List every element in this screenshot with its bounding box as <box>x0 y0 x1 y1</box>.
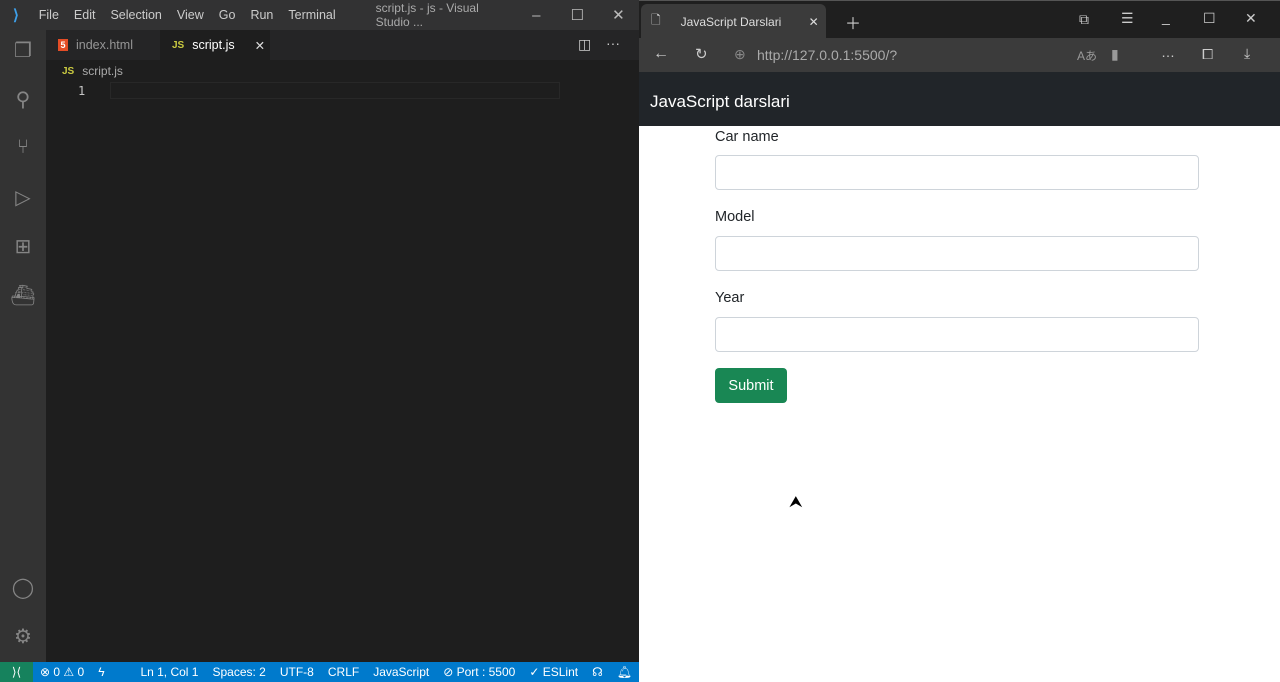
source-control-icon[interactable]: ⑂ <box>0 136 46 159</box>
extensions-icon[interactable]: ⧠ <box>1202 46 1213 63</box>
js-icon: JS <box>62 65 75 77</box>
maximize-button[interactable]: ☐ <box>1203 10 1216 27</box>
js-icon: JS <box>172 39 185 51</box>
bookmark-icon[interactable]: ▮ <box>1111 46 1119 63</box>
search-icon[interactable]: ⚲ <box>0 87 46 112</box>
account-icon[interactable]: ◯ <box>0 575 46 600</box>
problems-indicator[interactable]: ⊗ 0 ⚠ 0 <box>40 665 84 679</box>
more-actions-icon[interactable]: ··· <box>606 35 620 51</box>
car-name-input[interactable] <box>715 155 1199 190</box>
year-input[interactable] <box>715 317 1199 352</box>
notifications-icon[interactable]: 🔔︎ <box>617 665 632 679</box>
model-input[interactable] <box>715 236 1199 271</box>
language-mode[interactable]: JavaScript <box>373 665 429 679</box>
split-editor-icon[interactable]: ◫ <box>578 36 591 53</box>
browser-tab-strip: 🗋 JavaScript Darslari ✕ ＋ ⧉ ☰ _ ☐ ✕ <box>639 0 1280 39</box>
browser-window: 🗋 JavaScript Darslari ✕ ＋ ⧉ ☰ _ ☐ ✕ ← ↻ … <box>639 0 1280 682</box>
warnings-count: 0 <box>77 665 85 679</box>
run-debug-icon[interactable]: ▷ <box>0 185 46 210</box>
indentation[interactable]: Spaces: 2 <box>212 665 265 679</box>
activity-bar: ❐ ⚲ ⑂ ▷ ⊞ ⛴ ◯ ⚙ <box>0 30 46 662</box>
eslint-status[interactable]: ✓ ESLint <box>529 665 578 679</box>
more-icon[interactable]: … <box>1161 44 1175 60</box>
menu-view[interactable]: View <box>170 8 212 22</box>
download-icon[interactable]: ⤓ <box>1244 45 1250 62</box>
tab-label: script.js <box>192 38 235 52</box>
browser-tab[interactable]: 🗋 JavaScript Darslari ✕ <box>641 4 826 39</box>
tab-index-html[interactable]: 5 index.html <box>46 30 160 60</box>
breadcrumb[interactable]: JS script.js <box>62 64 123 78</box>
menu-run[interactable]: Run <box>243 8 281 22</box>
status-bar: ⟩⟨ ⊗ 0 ⚠ 0 ϟ Ln 1, Col 1 Spaces: 2 UTF-8… <box>0 662 639 682</box>
maximize-button[interactable]: ☐ <box>557 6 598 24</box>
docker-icon[interactable]: ⛴ <box>0 283 46 308</box>
settings-gear-icon[interactable]: ⚙ <box>0 624 46 649</box>
live-server-port[interactable]: ⊘ Port : 5500 <box>443 665 515 679</box>
port-label: Port : 5500 <box>456 665 516 679</box>
car-name-label: Car name <box>715 129 779 145</box>
feedback-icon[interactable]: ☊ <box>592 665 603 679</box>
menu-go[interactable]: Go <box>212 8 244 22</box>
line-number: 1 <box>78 84 86 98</box>
address-toolbar: ← ↻ ⊕ http://127.0.0.1:5500/? Aあ ▮ … ⧠ ⤓ <box>639 38 1280 72</box>
close-tab-icon[interactable]: ✕ <box>255 38 265 53</box>
submit-button[interactable]: Submit <box>715 368 787 403</box>
menu-icon[interactable]: ☰ <box>1121 10 1134 27</box>
address-bar[interactable]: http://127.0.0.1:5500/? <box>757 43 1017 67</box>
eslint-label: ESLint <box>542 665 579 679</box>
mouse-cursor-icon: ⮝ <box>789 494 803 511</box>
menu-edit[interactable]: Edit <box>67 8 104 22</box>
menu-terminal[interactable]: Terminal <box>281 8 343 22</box>
new-tab-icon[interactable]: ＋ <box>845 10 861 34</box>
read-aloud-icon[interactable]: Aあ <box>1077 47 1097 64</box>
close-button[interactable]: ✕ <box>598 6 639 24</box>
close-button[interactable]: ✕ <box>1245 10 1257 27</box>
tab-script-js[interactable]: JS script.js ✕ <box>160 30 270 60</box>
errors-count: 0 <box>53 665 61 679</box>
eol[interactable]: CRLF <box>328 665 359 679</box>
collections-icon[interactable]: ⧉ <box>1079 11 1089 28</box>
minimize-button[interactable]: – <box>516 7 557 24</box>
year-label: Year <box>715 290 745 306</box>
vscode-logo-icon: ⟩ <box>12 7 19 24</box>
explorer-icon[interactable]: ❐ <box>0 38 46 63</box>
html5-icon: 5 <box>58 39 68 51</box>
cursor-position[interactable]: Ln 1, Col 1 <box>140 665 198 679</box>
menu-selection[interactable]: Selection <box>103 8 169 22</box>
code-editor[interactable] <box>110 82 560 99</box>
model-label: Model <box>715 209 755 225</box>
title-bar: ⟩ File Edit Selection View Go Run Termin… <box>0 0 639 30</box>
editor-tabs: 5 index.html JS script.js ✕ ◫ ··· <box>46 30 639 60</box>
reload-icon[interactable]: ↻ <box>695 45 708 63</box>
encoding[interactable]: UTF-8 <box>280 665 314 679</box>
back-icon[interactable]: ← <box>653 45 669 63</box>
vscode-window: ⟩ File Edit Selection View Go Run Termin… <box>0 0 639 682</box>
navbar-brand[interactable]: JavaScript darslari <box>639 72 1280 126</box>
window-title: script.js - js - Visual Studio ... <box>375 1 479 29</box>
lightning-icon[interactable]: ϟ <box>98 665 104 679</box>
browser-tab-title: JavaScript Darslari <box>680 14 782 29</box>
remote-icon[interactable]: ⟩⟨ <box>0 662 33 682</box>
site-info-icon[interactable]: ⊕ <box>734 46 746 63</box>
menu-file[interactable]: File <box>32 8 67 22</box>
breadcrumb-file: script.js <box>82 64 123 78</box>
close-tab-icon[interactable]: ✕ <box>809 15 819 29</box>
extensions-icon[interactable]: ⊞ <box>0 234 46 259</box>
minimize-button[interactable]: _ <box>1162 9 1170 25</box>
page-icon: 🗋 <box>651 13 661 27</box>
tab-label: index.html <box>76 38 133 52</box>
